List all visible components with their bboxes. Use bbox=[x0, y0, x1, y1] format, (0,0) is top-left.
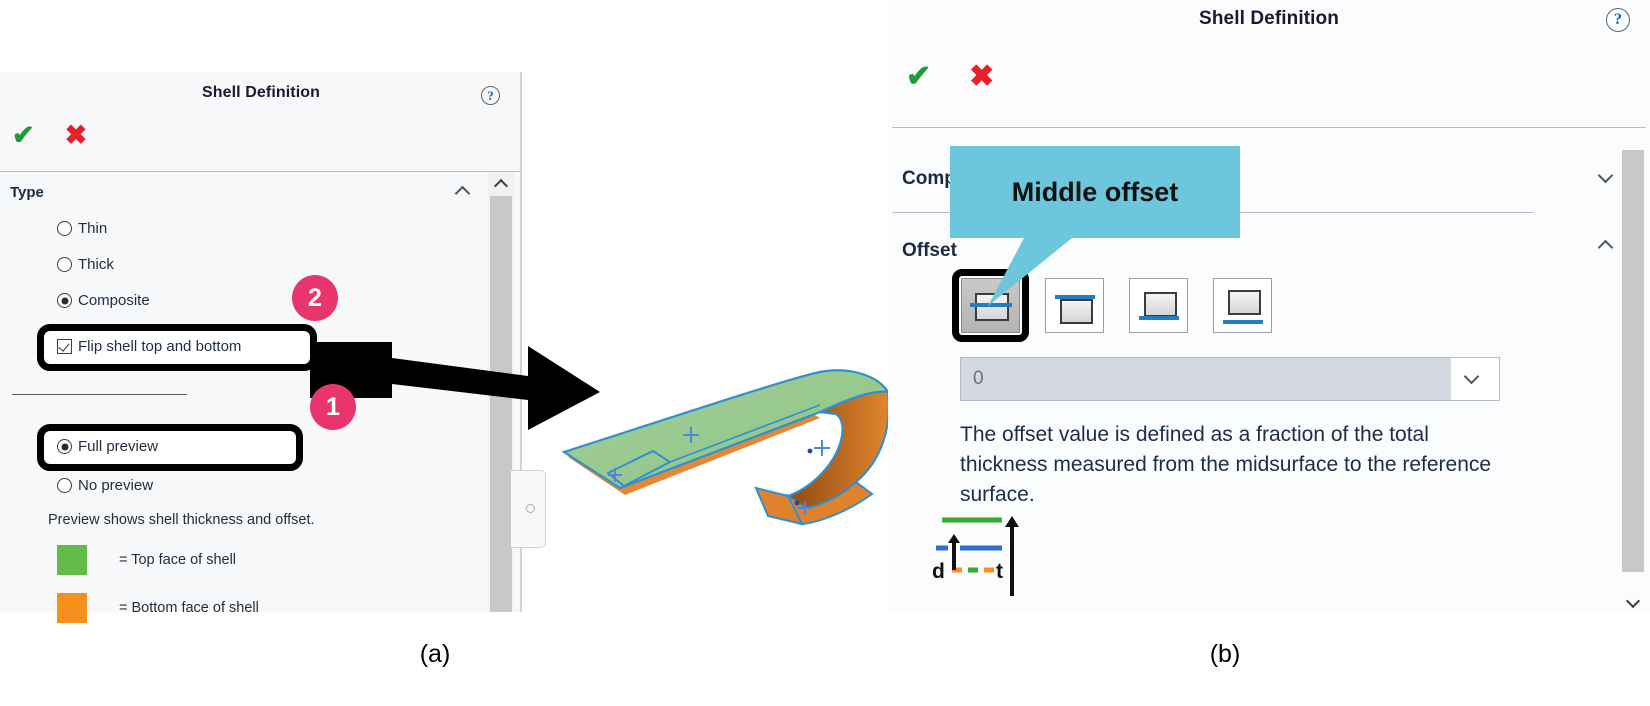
legend-swatch-bottom-face bbox=[57, 593, 87, 623]
radio-full-preview[interactable] bbox=[57, 439, 72, 454]
figure-root: Shell Definition ? ✔ ✖ Type Thin Thick C… bbox=[0, 0, 1650, 706]
annotation-arrow bbox=[310, 342, 600, 430]
radio-thin[interactable] bbox=[57, 221, 72, 236]
preview-option-full[interactable]: Full preview bbox=[57, 438, 158, 455]
offset-value-fill bbox=[961, 358, 1453, 400]
panel-b-header: Shell Definition ? ✔ ✖ bbox=[888, 0, 1650, 128]
radio-composite[interactable] bbox=[57, 293, 72, 308]
callout-badge-1-number: 1 bbox=[326, 392, 340, 421]
no-preview-label: No preview bbox=[78, 477, 154, 494]
legend-label-top-face: = Top face of shell bbox=[119, 552, 237, 568]
legend-label-bottom-face: = Bottom face of shell bbox=[119, 600, 259, 616]
help-icon-b[interactable]: ? bbox=[1606, 8, 1630, 32]
radio-thick[interactable] bbox=[57, 257, 72, 272]
legend-swatch-top-face bbox=[57, 545, 87, 575]
checkbox-flip-shell[interactable] bbox=[57, 339, 72, 354]
offset-value-input[interactable]: 0 bbox=[960, 357, 1500, 401]
type-section-label: Type bbox=[10, 184, 44, 201]
diagram-label-d: d bbox=[932, 560, 945, 583]
cancel-icon-b[interactable]: ✖ bbox=[969, 62, 994, 92]
preview-separator bbox=[12, 394, 187, 395]
preview-option-none[interactable]: No preview bbox=[57, 477, 153, 494]
offset-thickness-diagram: d t bbox=[932, 516, 1019, 596]
type-option-composite[interactable]: Composite bbox=[57, 292, 150, 309]
flip-shell-label: Flip shell top and bottom bbox=[78, 338, 242, 355]
legend-row-bottom-face: = Bottom face of shell bbox=[57, 593, 259, 623]
type-option-thin-label: Thin bbox=[78, 220, 108, 237]
panel-a-title: Shell Definition bbox=[201, 84, 321, 101]
type-option-composite-label: Composite bbox=[78, 292, 150, 309]
accept-icon-b[interactable]: ✔ bbox=[906, 62, 931, 92]
figure-label-a: (a) bbox=[419, 640, 451, 668]
radio-no-preview[interactable] bbox=[57, 478, 72, 493]
type-option-thin[interactable]: Thin bbox=[57, 220, 107, 237]
panel-b-scrollbar[interactable] bbox=[1620, 150, 1646, 612]
flip-shell-checkbox-row[interactable]: Flip shell top and bottom bbox=[57, 338, 241, 355]
callout-badge-1: 1 bbox=[310, 384, 356, 430]
preview-note: Preview shows shell thickness and offset… bbox=[48, 512, 315, 528]
tooltip-callout: Middle offset bbox=[950, 146, 1240, 238]
offset-description: The offset value is defined as a fractio… bbox=[960, 423, 1492, 506]
tooltip-text: Middle offset bbox=[1011, 176, 1179, 207]
legend-row-top-face: = Top face of shell bbox=[57, 545, 236, 575]
panel-a-header: Shell Definition ? ✔ ✖ bbox=[0, 72, 522, 172]
callout-badge-2: 2 bbox=[292, 275, 338, 321]
type-option-thick-label: Thick bbox=[78, 256, 114, 273]
panel-b-scrollbar-thumb[interactable] bbox=[1622, 150, 1644, 572]
panel-b-header-divider bbox=[892, 127, 1646, 128]
panel-b-scrollbar-down-button[interactable] bbox=[1620, 590, 1646, 612]
panel-b-title: Shell Definition bbox=[1199, 8, 1339, 29]
offset-value-dropdown-button[interactable] bbox=[1451, 358, 1499, 400]
offset-value-text: 0 bbox=[973, 368, 984, 389]
panel-b-actions: ✔ ✖ bbox=[906, 62, 994, 92]
scrollbar-up-button[interactable] bbox=[488, 172, 514, 194]
help-icon[interactable]: ? bbox=[481, 86, 500, 105]
type-option-thick[interactable]: Thick bbox=[57, 256, 114, 273]
callout-badge-2-number: 2 bbox=[308, 283, 322, 312]
chevron-up-icon bbox=[496, 178, 507, 189]
cancel-icon[interactable]: ✖ bbox=[65, 122, 88, 149]
offset-section-label: Offset bbox=[902, 240, 957, 261]
figure-label-b: (b) bbox=[1209, 640, 1241, 668]
full-preview-label: Full preview bbox=[78, 438, 159, 455]
type-section-collapse-icon[interactable] bbox=[455, 184, 471, 205]
chevron-down-icon bbox=[1628, 596, 1639, 607]
diagram-label-t: t bbox=[996, 560, 1003, 583]
panel-a-actions: ✔ ✖ bbox=[12, 122, 87, 149]
accept-icon[interactable]: ✔ bbox=[12, 122, 35, 149]
